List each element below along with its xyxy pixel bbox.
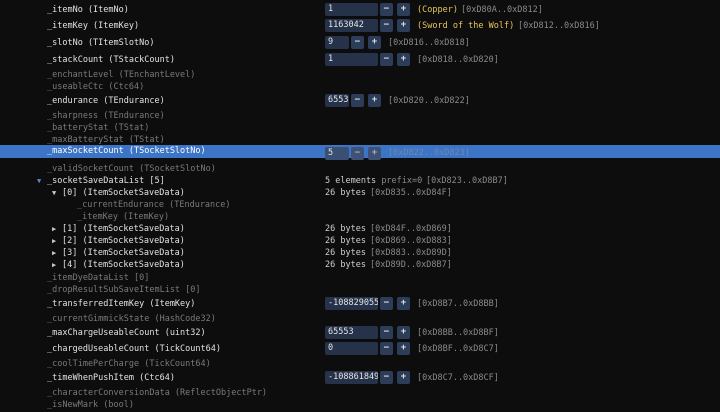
value-input[interactable]: 1 (325, 3, 378, 16)
field-row-endurance[interactable]: _endurance (TEndurance) 65535 − + [0xD82… (0, 94, 720, 108)
increment-button[interactable]: + (368, 147, 381, 160)
offset-range: [0xD80A..0xD812] (461, 5, 543, 15)
decrement-button[interactable]: − (380, 371, 393, 384)
field-name: _stackCount (TStackCount) (47, 55, 175, 65)
field-row-charged-useable-count[interactable]: _chargedUseableCount (TickCount64) 0 − +… (0, 342, 720, 356)
value-input[interactable]: -108861849 (325, 371, 378, 384)
decrement-button[interactable]: − (380, 342, 393, 355)
decrement-button[interactable]: − (351, 94, 364, 107)
decrement-button[interactable]: − (380, 19, 393, 32)
increment-button[interactable]: + (368, 36, 381, 49)
offset-range: [0xD8C7..0xD8CF] (417, 373, 499, 383)
element-count: 5 elements (325, 176, 377, 186)
field-row-current-gimmick-state: _currentGimmickState (HashCode32) (0, 312, 720, 326)
increment-button[interactable]: + (397, 19, 410, 32)
offset-range: [0xD822..0xD823] (388, 148, 470, 158)
offset-range: [0xD8BF..0xD8C7] (417, 344, 499, 354)
value-input[interactable]: 1163042 (325, 19, 378, 32)
decrement-button[interactable]: − (380, 3, 393, 16)
item-label: (Sword of the Wolf) (417, 21, 515, 31)
prefix-hint: prefix=0 (381, 176, 423, 186)
field-name: _transferredItemKey (ItemKey) (47, 299, 196, 309)
field-name: _slotNo (TItemSlotNo) (47, 38, 155, 48)
field-name: _useableCtc (Ctc64) (47, 82, 145, 92)
value-input[interactable]: 9 (325, 36, 349, 49)
field-name: _isNewMark (bool) (47, 400, 134, 410)
field-row-max-socket-count-selected[interactable]: _maxSocketCount (TSocketSlotNo) 5 − + [0… (0, 145, 720, 160)
decrement-button[interactable]: − (351, 36, 364, 49)
tree-node-socket-4[interactable]: ▶ [4] (ItemSocketSaveData) 26 bytes [0xD… (0, 258, 720, 272)
decrement-button[interactable]: − (351, 147, 364, 160)
field-row-time-when-push-item[interactable]: _timeWhenPushItem (Ctc64) -108861849 − +… (0, 371, 720, 385)
offset-range: [0xD89D..0xD8B7] (370, 260, 452, 270)
field-name: _maxChargeUseableCount (uint32) (47, 328, 206, 338)
field-row-item-no[interactable]: _itemNo (ItemNo) 1 − + (Copper) [0xD80A.… (0, 3, 720, 17)
size-info: 26 bytes (325, 260, 366, 270)
value-input[interactable]: 5 (325, 147, 349, 160)
value-input[interactable]: 0 (325, 342, 378, 355)
field-row-drop-result-sub-save-item-list: _dropResultSubSaveItemList [0] (0, 283, 720, 297)
field-name: _itemNo (ItemNo) (47, 5, 129, 15)
increment-button[interactable]: + (397, 297, 410, 310)
offset-range: [0xD818..0xD820] (417, 55, 499, 65)
increment-button[interactable]: + (397, 53, 410, 66)
field-row-useable-ctc: _useableCtc (Ctc64) (0, 80, 720, 94)
field-row-slot-no[interactable]: _slotNo (TItemSlotNo) 9 − + [0xD816..0xD… (0, 36, 720, 50)
field-row-cool-time-per-charge: _coolTimePerCharge (TickCount64) (0, 357, 720, 371)
offset-range: [0xD8BB..0xD8BF] (417, 328, 499, 338)
decrement-button[interactable]: − (380, 297, 393, 310)
decrement-button[interactable]: − (380, 53, 393, 66)
field-row-transferred-item-key[interactable]: _transferredItemKey (ItemKey) -108829055… (0, 297, 720, 311)
offset-range: [0xD816..0xD818] (388, 38, 470, 48)
field-name: _coolTimePerCharge (TickCount64) (47, 359, 211, 369)
field-name: _endurance (TEndurance) (47, 96, 165, 106)
field-name: _currentGimmickState (HashCode32) (47, 314, 216, 324)
field-name: [4] (ItemSocketSaveData) (62, 260, 185, 270)
increment-button[interactable]: + (397, 3, 410, 16)
field-name: _itemKey (ItemKey) (47, 21, 140, 31)
item-label: (Copper) (417, 5, 458, 15)
value-input[interactable]: 65535 (325, 94, 349, 107)
offset-range: [0xD8B7..0xD8BB] (417, 299, 499, 309)
decrement-button[interactable]: − (380, 326, 393, 339)
value-input[interactable]: 1 (325, 53, 378, 66)
field-name: _timeWhenPushItem (Ctc64) (47, 373, 175, 383)
collapsed-arrow-icon[interactable]: ▶ (52, 258, 56, 272)
field-row-max-charge-useable-count[interactable]: _maxChargeUseableCount (uint32) 65553 − … (0, 326, 720, 340)
offset-range: [0xD812..0xD816] (518, 21, 600, 31)
field-row-stack-count[interactable]: _stackCount (TStackCount) 1 − + [0xD818.… (0, 53, 720, 67)
field-name: _dropResultSubSaveItemList [0] (47, 285, 201, 295)
value-input[interactable]: -108829055 (325, 297, 378, 310)
increment-button[interactable]: + (397, 326, 410, 339)
increment-button[interactable]: + (368, 94, 381, 107)
field-name: _maxSocketCount (TSocketSlotNo) (47, 146, 206, 156)
field-name: _chargedUseableCount (TickCount64) (47, 344, 221, 354)
value-input[interactable]: 65553 (325, 326, 378, 339)
offset-range: [0xD820..0xD822] (388, 96, 470, 106)
field-row-is-new-mark: _isNewMark (bool) (0, 398, 720, 412)
increment-button[interactable]: + (397, 371, 410, 384)
increment-button[interactable]: + (397, 342, 410, 355)
field-row-item-key[interactable]: _itemKey (ItemKey) 1163042 − + (Sword of… (0, 19, 720, 33)
